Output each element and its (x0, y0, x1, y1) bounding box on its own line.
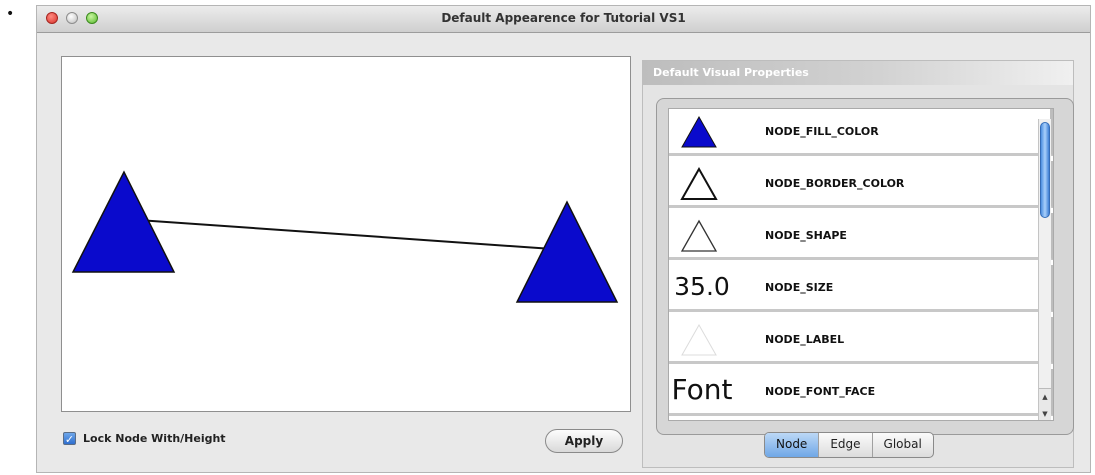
property-node-label[interactable]: NODE_LABEL (669, 317, 1053, 364)
lock-node-checkbox[interactable]: ✓ (63, 432, 76, 446)
property-label: NODE_SIZE (765, 281, 834, 294)
filled-triangle-icon (671, 111, 731, 151)
scrollbar-thumb[interactable] (1040, 122, 1050, 218)
properties-scrollbar[interactable]: ▲ ▼ (1038, 119, 1051, 420)
title-bar: Default Appearence for Tutorial VS1 (37, 6, 1090, 33)
property-label: NODE_BORDER_COLOR (765, 177, 905, 190)
tab-node[interactable]: Node (765, 433, 820, 457)
bullet: • (6, 6, 15, 22)
tab-global[interactable]: Global (873, 433, 933, 457)
network-preview-canvas (61, 56, 631, 412)
property-node-font-face[interactable]: Font NODE_FONT_FACE (669, 369, 1053, 416)
properties-list: NODE_FILL_COLOR NODE_BORDER_COLOR NODE_S… (668, 108, 1054, 421)
preview-edge (123, 218, 568, 251)
property-node-shape[interactable]: NODE_SHAPE (669, 213, 1053, 260)
panel-header: Default Visual Properties (643, 61, 1073, 85)
property-node-size[interactable]: 35.0 NODE_SIZE (669, 265, 1053, 312)
property-label: NODE_FILL_COLOR (765, 125, 879, 138)
tab-edge[interactable]: Edge (819, 433, 873, 457)
faint-triangle-icon (671, 319, 731, 359)
font-sample-icon: Font (671, 373, 733, 406)
lock-node-row[interactable]: ✓ Lock Node With/Height (63, 432, 226, 446)
lock-node-label: Lock Node With/Height (83, 432, 226, 445)
outline-triangle-icon (671, 215, 731, 255)
scroll-arrows-icon[interactable]: ▲ ▼ (1039, 388, 1051, 420)
property-label: NODE_LABEL (765, 333, 845, 346)
properties-list-frame: NODE_FILL_COLOR NODE_BORDER_COLOR NODE_S… (656, 98, 1074, 435)
property-node-fill-color[interactable]: NODE_FILL_COLOR (669, 109, 1053, 156)
window-title: Default Appearence for Tutorial VS1 (441, 11, 686, 25)
preview-node-right[interactable] (515, 200, 619, 303)
property-type-segmented-control: Node Edge Global (764, 432, 934, 458)
property-label: NODE_SHAPE (765, 229, 847, 242)
dialog-window: Default Appearence for Tutorial VS1 ✓ Lo… (36, 5, 1091, 473)
apply-button[interactable]: Apply (545, 429, 623, 453)
default-visual-properties-panel: Default Visual Properties NODE_FILL_COLO… (642, 60, 1074, 468)
property-node-border-color[interactable]: NODE_BORDER_COLOR (669, 161, 1053, 208)
property-label: NODE_FONT_FACE (765, 385, 876, 398)
outline-triangle-icon (671, 163, 731, 203)
size-value-icon: 35.0 (674, 272, 730, 301)
